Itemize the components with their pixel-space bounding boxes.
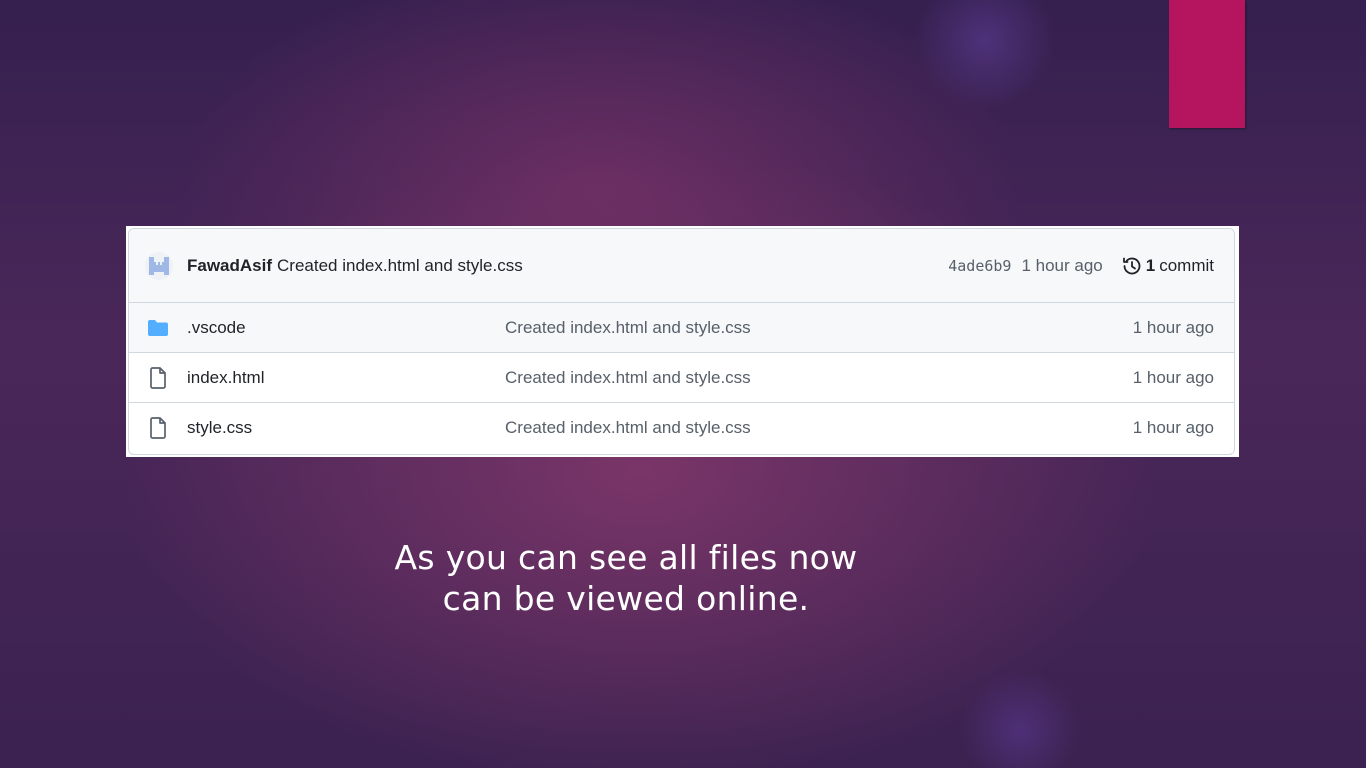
commit-history-link[interactable]: 1 commit — [1121, 255, 1214, 277]
file-icon — [147, 366, 169, 389]
latest-commit-bar: FawadAsif Created index.html and style.c… — [129, 229, 1234, 303]
commit-author-link[interactable]: FawadAsif — [187, 256, 272, 276]
file-time: 1 hour ago — [1132, 367, 1214, 387]
repo-file-list-screenshot: FawadAsif Created index.html and style.c… — [126, 226, 1239, 457]
caption-line-2: can be viewed online. — [442, 579, 810, 618]
commit-message-link[interactable]: Created index.html and style.css — [277, 256, 523, 276]
commit-count: 1 — [1145, 255, 1156, 275]
file-row-index-html[interactable]: index.html Created index.html and style.… — [129, 353, 1234, 403]
file-name-link[interactable]: index.html — [187, 368, 505, 388]
commit-count-label: commit — [1159, 255, 1214, 275]
folder-icon — [147, 319, 169, 337]
file-row-style-css[interactable]: style.css Created index.html and style.c… — [129, 403, 1234, 453]
commit-time: 1 hour ago — [1021, 255, 1103, 275]
accent-bar — [1169, 0, 1245, 128]
file-commit-message-link[interactable]: Created index.html and style.css — [505, 368, 1133, 388]
file-time: 1 hour ago — [1132, 418, 1214, 437]
file-commit-message-link[interactable]: Created index.html and style.css — [505, 418, 1133, 438]
file-time: 1 hour ago — [1132, 317, 1214, 337]
file-name-link[interactable]: style.css — [187, 418, 505, 438]
file-name-link[interactable]: .vscode — [187, 318, 505, 338]
commit-sha-link[interactable]: 4ade6b9 — [948, 257, 1011, 275]
file-row-vscode[interactable]: .vscode Created index.html and style.css… — [129, 303, 1234, 353]
repo-file-list: FawadAsif Created index.html and style.c… — [128, 228, 1235, 455]
file-icon — [147, 417, 169, 439]
file-commit-message-link[interactable]: Created index.html and style.css — [505, 318, 1133, 338]
slide-caption: As you can see all files now can be view… — [326, 537, 926, 619]
history-icon — [1121, 255, 1143, 277]
caption-line-1: As you can see all files now — [394, 538, 858, 577]
author-avatar[interactable] — [145, 251, 173, 280]
